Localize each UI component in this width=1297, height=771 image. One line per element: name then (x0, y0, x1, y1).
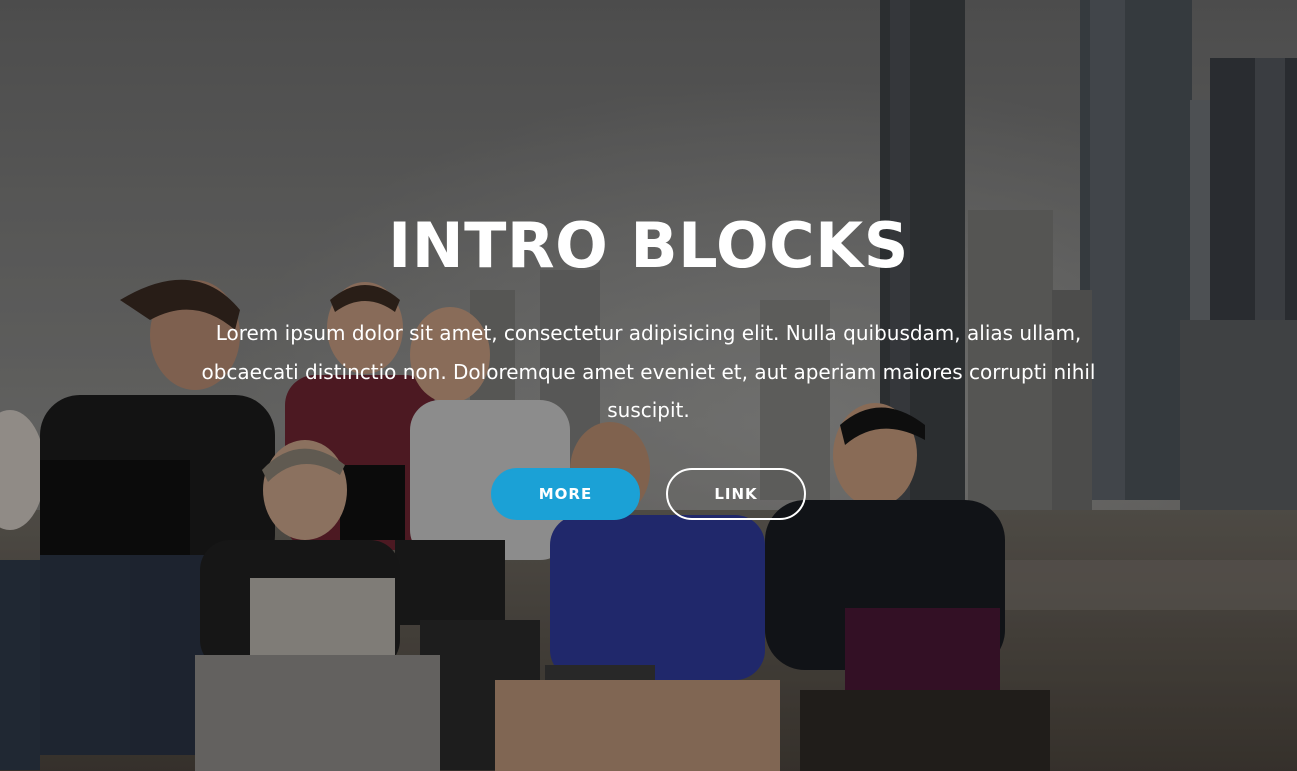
link-button[interactable]: LINK (666, 467, 806, 520)
intro-hero: INTRO BLOCKS Lorem ipsum dolor sit amet,… (0, 0, 1297, 771)
intro-content: INTRO BLOCKS Lorem ipsum dolor sit amet,… (0, 208, 1297, 520)
more-button[interactable]: MORE (491, 467, 640, 520)
intro-description: Lorem ipsum dolor sit amet, consectetur … (201, 321, 1096, 422)
button-group: MORE LINK (0, 467, 1297, 520)
page-title: INTRO BLOCKS (388, 209, 909, 282)
